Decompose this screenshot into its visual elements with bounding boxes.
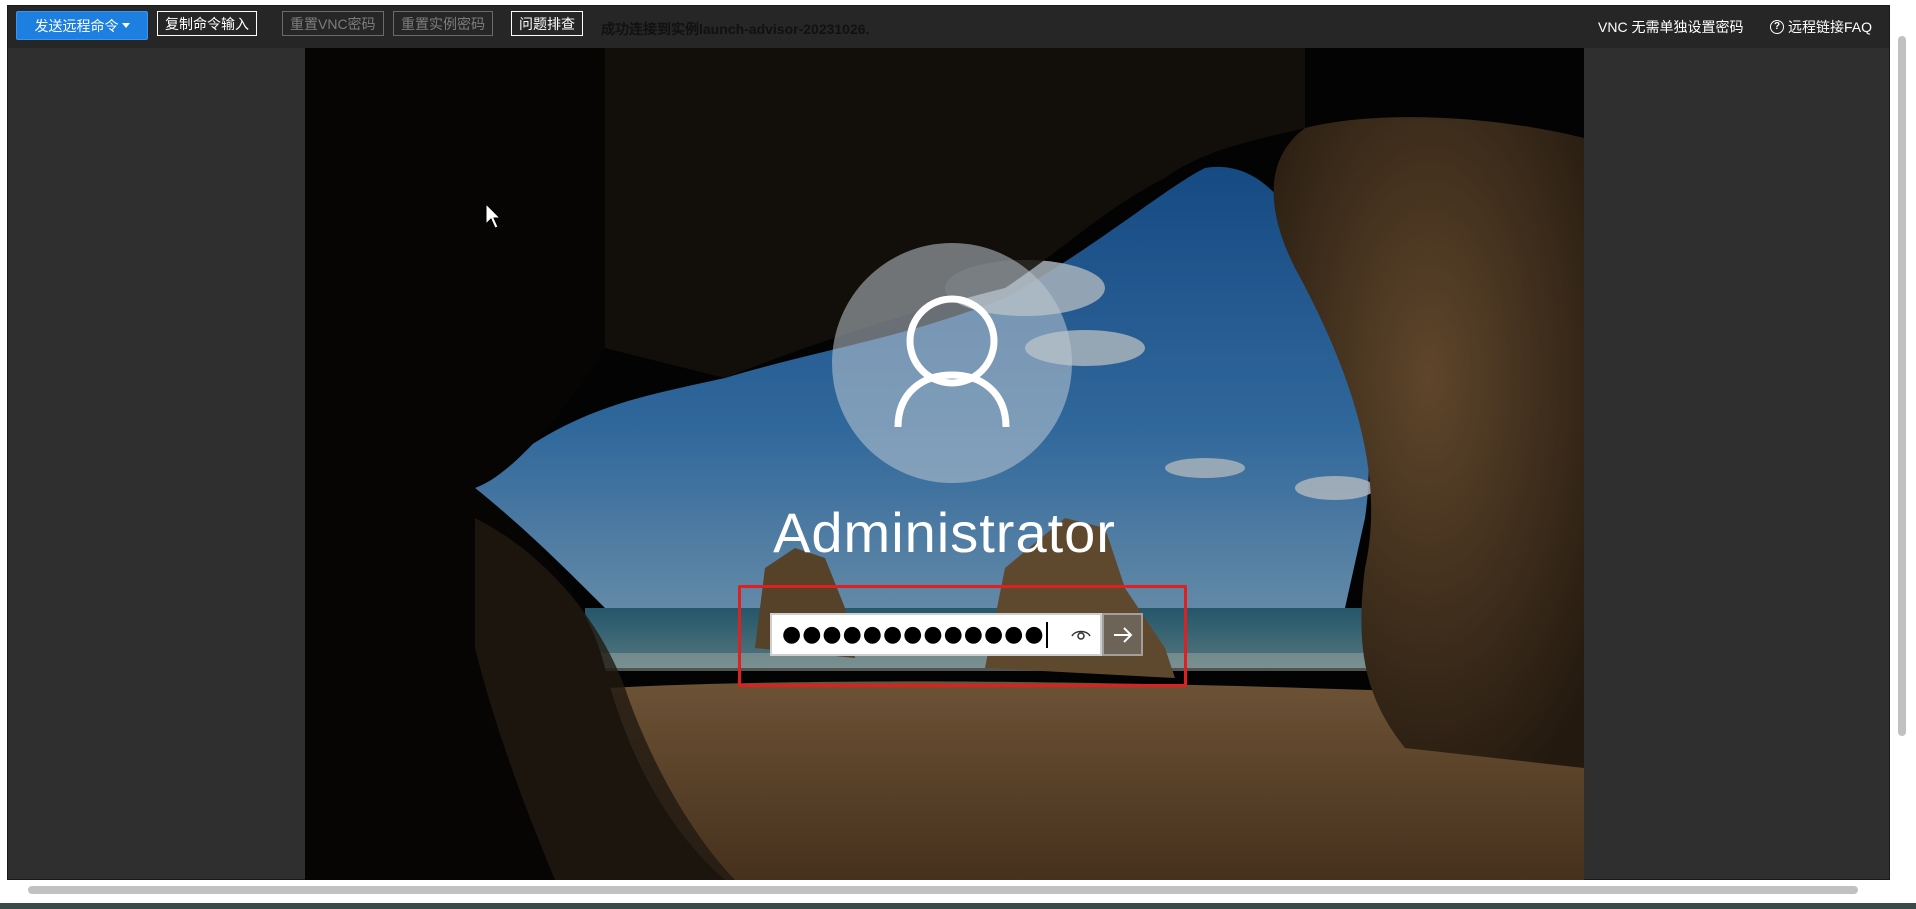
mouse-cursor-icon [485,203,501,229]
horizontal-scrollbar[interactable] [16,883,1886,897]
caret-down-icon [121,23,130,28]
username-label: Administrator [773,501,1116,564]
user-avatar [832,243,1072,483]
eye-icon[interactable] [1070,626,1092,644]
vertical-scrollbar[interactable] [1895,28,1909,888]
vertical-scrollbar-thumb[interactable] [1898,36,1906,736]
password-input[interactable]: ●●●●●●●●●●●●● [770,613,1102,656]
taskbar-strip [0,903,1916,909]
help-circle-icon: ? [1770,20,1784,34]
text-caret [1045,621,1048,648]
user-avatar-icon [894,295,1010,428]
copy-command-input-button[interactable]: 复制命令输入 [157,11,257,36]
toolbar: 发送远程命令 复制命令输入 重置VNC密码 重置实例密码 问题排查 成功连接到实… [8,6,1889,48]
remote-desktop-screen[interactable]: Administrator ●●●●●●●●●●●●● [305,48,1584,880]
reset-instance-password-button[interactable]: 重置实例密码 [393,11,493,36]
remote-link-faq-link[interactable]: ? 远程链接FAQ [1770,17,1872,37]
reset-vnc-password-button[interactable]: 重置VNC密码 [282,11,384,36]
arrow-right-icon [1113,626,1132,643]
send-remote-command-button[interactable]: 发送远程命令 [16,11,148,40]
send-remote-command-label: 发送远程命令 [34,17,119,34]
faq-label: 远程链接FAQ [1788,19,1873,35]
vnc-no-password-link[interactable]: VNC 无需单独设置密码 [1598,17,1743,37]
submit-arrow-button[interactable] [1102,613,1143,656]
horizontal-scrollbar-thumb[interactable] [28,886,1858,894]
troubleshoot-button[interactable]: 问题排查 [511,11,583,36]
password-value: ●●●●●●●●●●●●● [782,622,1045,647]
connection-status-text: 成功连接到实例launch-advisor-20231026. [601,21,870,37]
